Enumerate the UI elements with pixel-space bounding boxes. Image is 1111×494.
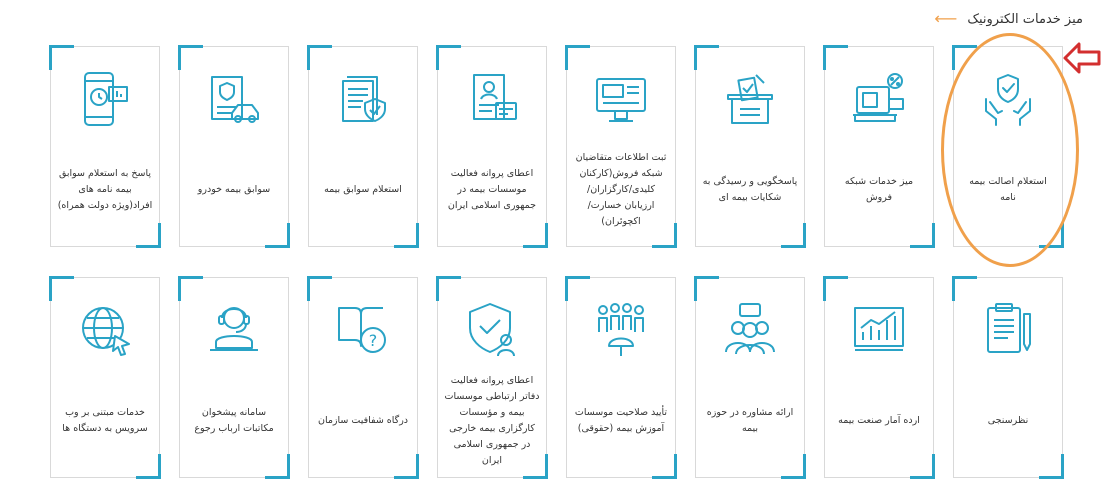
card-label: ارائه مشاوره در حوزه بیمه xyxy=(706,406,794,434)
service-card-insurance-license[interactable]: اعطای پروانه فعالیت موسسات بیمه در جمهور… xyxy=(436,45,548,248)
card-label: اعطای پروانه فعالیت دفاتر ارتباطی موسسات… xyxy=(444,374,540,466)
service-card-statistics[interactable]: ارده آمار صنعت بیمه xyxy=(823,276,935,479)
qualification-people-icon xyxy=(598,303,644,356)
license-document-icon xyxy=(473,74,517,120)
shield-person-icon xyxy=(469,303,515,357)
service-card-mobile-gov[interactable]: پاسخ به استعلام سوابق بیمه نامه های افرا… xyxy=(49,45,161,248)
card-label: ارده آمار صنعت بیمه xyxy=(838,414,920,426)
service-card-insurance-records[interactable]: استعلام سوابق بیمه xyxy=(307,45,419,248)
card-label: خدمات مبتنی بر وب سرویس به دستگاه ها xyxy=(62,406,148,434)
service-card-insurance-authenticity[interactable]: استعلام اصالت بیمه نامه xyxy=(952,45,1064,248)
page-header: ⟵ میز خدمات الکترونیک xyxy=(934,8,1083,30)
monitor-registration-icon xyxy=(596,78,646,122)
service-card-training-qualification[interactable]: تأیید صلاحیت موسسات آموزش بیمه (حقوقی) xyxy=(565,276,677,479)
service-card-applicant-registration[interactable]: ثبت اطلاعات متقاضیان شبکه فروش(کارکنان ک… xyxy=(565,45,677,248)
transparency-book-icon: ? xyxy=(338,307,386,353)
card-label: نظرسنجی xyxy=(987,414,1029,426)
statistics-chart-icon xyxy=(854,307,904,351)
card-label: استعلام اصالت بیمه نامه xyxy=(969,175,1047,203)
service-card-transparency[interactable]: ? درگاه شفافیت سازمان xyxy=(307,276,419,479)
service-card-survey[interactable]: نظرسنجی xyxy=(952,276,1064,479)
mobile-gov-icon xyxy=(84,72,128,126)
card-label: پاسخ به استعلام سوابق بیمه نامه های افرا… xyxy=(57,167,153,211)
shield-hands-icon xyxy=(985,74,1031,126)
sales-network-icon xyxy=(853,73,904,122)
card-label: سامانه پیشخوان مکاتبات ارباب رجوع xyxy=(194,406,274,434)
survey-clipboard-icon xyxy=(987,303,1031,353)
pointer-arrow-icon xyxy=(1063,42,1101,74)
card-label: تأیید صلاحیت موسسات آموزش بیمه (حقوقی) xyxy=(574,406,668,434)
insurance-records-icon xyxy=(342,76,386,122)
service-grid: استعلام اصالت بیمه نامه میز خدمات شبکه ف… xyxy=(48,45,1064,480)
service-card-foreign-offices-license[interactable]: اعطای پروانه فعالیت دفاتر ارتباطی موسسات… xyxy=(436,276,548,479)
service-card-complaints[interactable]: پاسخگویی و رسیدگی به شکایات بیمه ای xyxy=(694,45,806,248)
service-card-sales-network[interactable]: میز خدمات شبکه فروش xyxy=(823,45,935,248)
car-insurance-icon xyxy=(211,76,259,123)
consultation-icon xyxy=(725,303,775,355)
svg-text:?: ? xyxy=(369,331,378,350)
web-globe-icon xyxy=(82,307,130,356)
support-agent-icon xyxy=(210,307,258,351)
card-label: اعطای پروانه فعالیت موسسات بیمه در جمهور… xyxy=(447,167,537,211)
page-title: میز خدمات الکترونیک xyxy=(967,11,1083,27)
card-label: درگاه شفافیت سازمان xyxy=(317,414,409,426)
service-card-correspondence[interactable]: سامانه پیشخوان مکاتبات ارباب رجوع xyxy=(178,276,290,479)
service-card-web-services[interactable]: خدمات مبتنی بر وب سرویس به دستگاه ها xyxy=(49,276,161,479)
card-label: استعلام سوابق بیمه xyxy=(324,183,402,195)
service-card-car-insurance[interactable]: سوابق بیمه خودرو xyxy=(178,45,290,248)
card-label: میز خدمات شبکه فروش xyxy=(844,175,914,203)
complaint-ballot-icon xyxy=(727,74,773,124)
service-card-consultation[interactable]: ارائه مشاوره در حوزه بیمه xyxy=(694,276,806,479)
card-label: سوابق بیمه خودرو xyxy=(197,183,271,195)
card-label: پاسخگویی و رسیدگی به شکایات بیمه ای xyxy=(702,175,798,203)
back-arrow-icon[interactable]: ⟵ xyxy=(934,11,957,27)
card-label: ثبت اطلاعات متقاضیان شبکه فروش(کارکنان ک… xyxy=(575,151,667,227)
